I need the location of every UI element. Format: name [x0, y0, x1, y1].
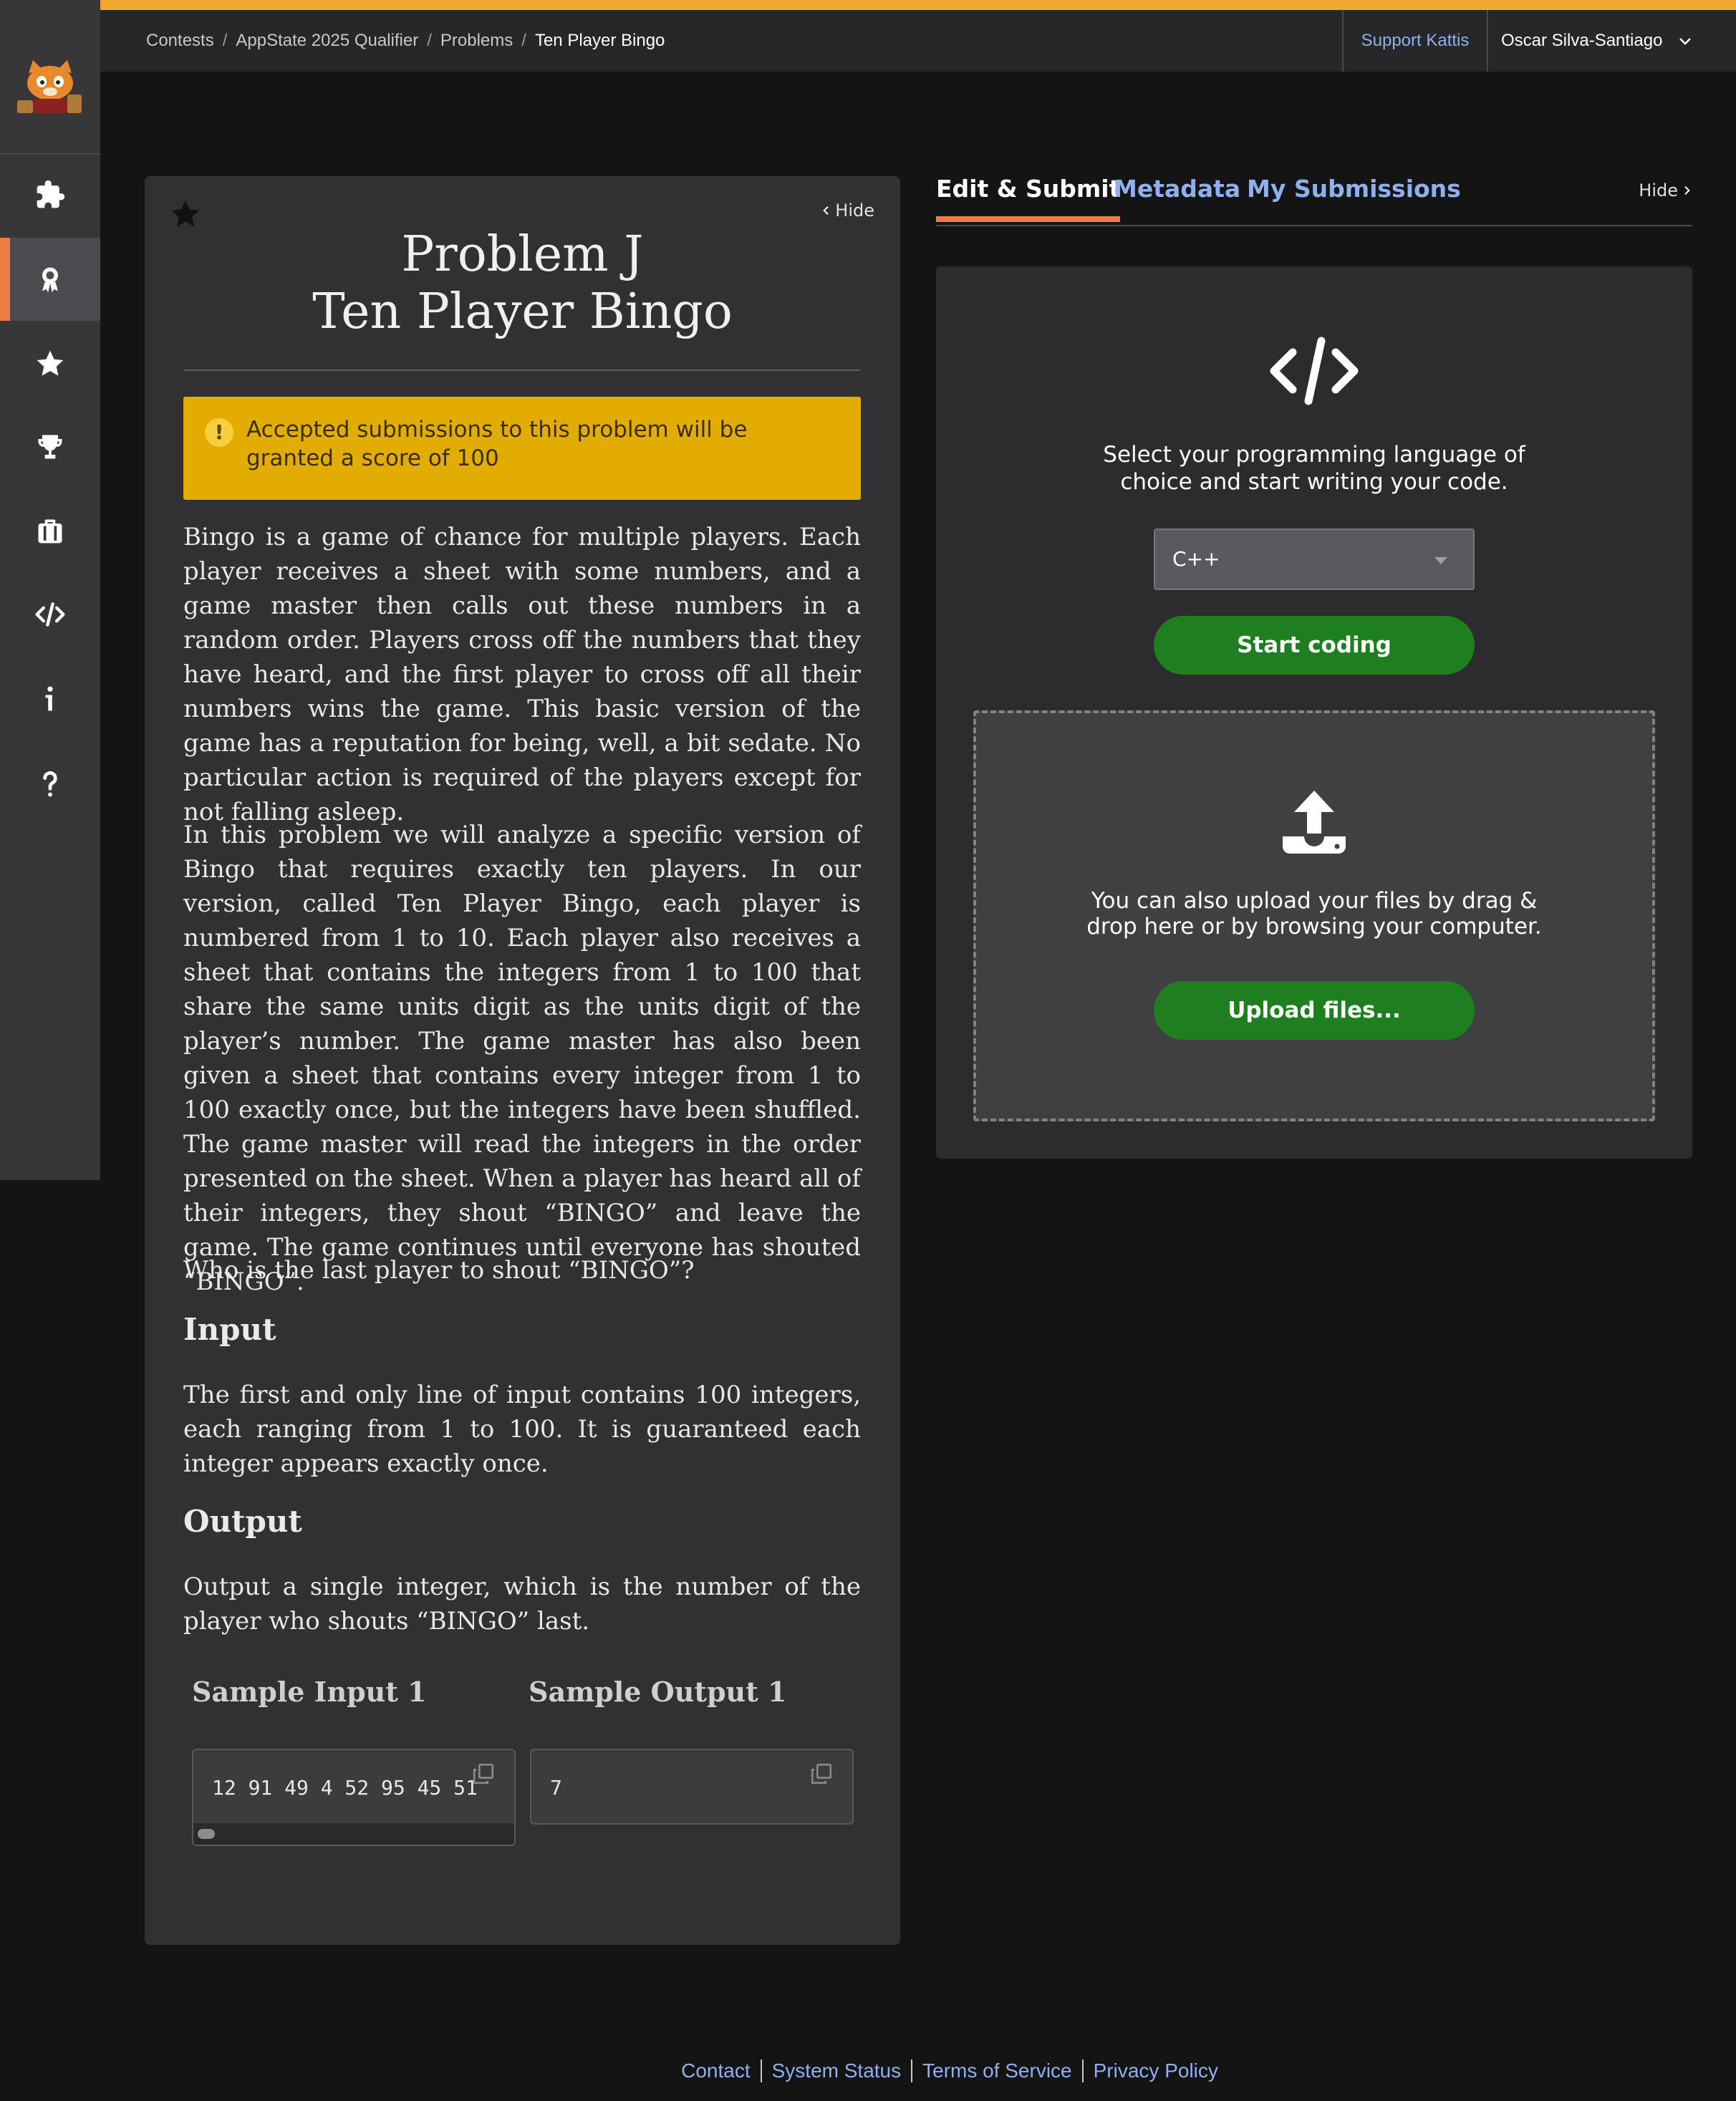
caret-down-icon — [1434, 557, 1447, 564]
horizontal-scrollbar[interactable] — [193, 1823, 514, 1845]
score-notice-text: Accepted submissions to this problem wil… — [246, 417, 748, 471]
submission-tabs: Edit & Submit Metadata My Submissions Hi… — [936, 172, 1692, 226]
tab-metadata[interactable]: Metadata — [1114, 175, 1240, 203]
sidebar-item-problems[interactable] — [0, 153, 100, 236]
star-icon — [37, 350, 64, 376]
user-name: Oscar Silva-Santiago — [1501, 31, 1663, 50]
problem-paragraph-1: Bingo is a game of chance for multiple p… — [183, 523, 861, 826]
chevron-left-icon — [823, 206, 829, 216]
tab-my-submissions[interactable]: My Submissions — [1247, 175, 1461, 203]
upload-files-button[interactable]: Upload files... — [1154, 981, 1475, 1040]
user-menu[interactable]: Oscar Silva-Santiago — [1501, 10, 1694, 72]
sample-input-box[interactable]: 12 91 49 4 52 95 45 51 — [192, 1749, 516, 1846]
problem-title: Problem J Ten Player Bingo — [145, 226, 900, 341]
sidebar-item-favorites[interactable] — [0, 322, 100, 405]
hide-label: Hide — [1639, 180, 1678, 201]
sidebar-item-help[interactable] — [0, 742, 100, 825]
copy-icon[interactable] — [471, 1762, 496, 1786]
chevron-right-icon — [1684, 185, 1690, 195]
breadcrumb: Contests / AppState 2025 Qualifier / Pro… — [146, 10, 665, 72]
breadcrumb-separator: / — [521, 31, 526, 50]
editor-panel: Select your programming language of choi… — [936, 266, 1692, 1159]
sidebar-item-info[interactable] — [0, 657, 100, 740]
problem-paragraph-3: Who is the last player to shout “BINGO”? — [183, 1256, 695, 1285]
kattis-logo[interactable] — [13, 57, 87, 115]
sample-output-value: 7 — [550, 1776, 562, 1800]
footer-link-system-status[interactable]: System Status — [760, 2059, 912, 2082]
breadcrumb-separator: / — [222, 31, 228, 50]
footer-link-privacy[interactable]: Privacy Policy — [1081, 2059, 1228, 2082]
sidebar — [0, 0, 100, 1180]
help-icon — [43, 771, 57, 797]
editor-message: Select your programming language of choi… — [1103, 442, 1525, 495]
start-coding-button[interactable]: Start coding — [1154, 616, 1475, 675]
top-bar: Contests / AppState 2025 Qualifier / Pro… — [100, 10, 1736, 72]
hide-editor-button[interactable]: Hide — [1639, 180, 1692, 201]
problem-letter: Problem J — [401, 226, 644, 283]
tab-edit-submit[interactable]: Edit & Submit — [936, 175, 1121, 222]
sidebar-item-contests[interactable] — [0, 238, 100, 321]
breadcrumb-contests[interactable]: Contests — [146, 31, 214, 51]
sample-input-heading: Sample Input 1 — [192, 1676, 427, 1708]
sample-output-heading: Sample Output 1 — [529, 1676, 787, 1708]
sidebar-item-languages[interactable] — [0, 573, 100, 656]
hide-label: Hide — [835, 201, 874, 221]
input-heading: Input — [183, 1312, 276, 1347]
input-description: The first and only line of input contain… — [183, 1381, 861, 1478]
code-icon — [35, 602, 65, 627]
sample-output-box[interactable]: 7 — [530, 1749, 854, 1825]
output-heading: Output — [183, 1504, 302, 1539]
problem-name: Ten Player Bingo — [312, 284, 733, 340]
language-select[interactable]: C++ — [1154, 528, 1475, 590]
sidebar-item-rankings[interactable] — [0, 405, 100, 488]
code-icon — [1270, 337, 1359, 405]
score-notice: ! Accepted submissions to this problem w… — [183, 397, 861, 500]
footer: Contact System Status Terms of Service P… — [0, 2059, 1736, 2082]
warning-icon: ! — [205, 418, 233, 447]
chevron-down-icon — [1679, 38, 1692, 45]
upload-message: You can also upload your files by drag &… — [1086, 888, 1542, 940]
file-drop-zone[interactable]: You can also upload your files by drag &… — [973, 710, 1655, 1121]
breadcrumb-current: Ten Player Bingo — [534, 31, 665, 50]
footer-link-terms[interactable]: Terms of Service — [911, 2059, 1082, 2082]
footer-link-contact[interactable]: Contact — [671, 2059, 761, 2082]
output-description: Output a single integer, which is the nu… — [183, 1573, 861, 1636]
copy-icon[interactable] — [809, 1762, 834, 1786]
language-selected: C++ — [1172, 547, 1220, 571]
support-kattis-link[interactable]: Support Kattis — [1342, 10, 1488, 72]
briefcase-icon — [38, 519, 62, 544]
trophy-icon — [38, 435, 62, 459]
problem-paragraph-2: In this problem we will analyze a specif… — [183, 821, 861, 1296]
breadcrumb-contest[interactable]: AppState 2025 Qualifier — [236, 31, 418, 51]
puzzle-icon — [37, 180, 65, 208]
hide-problem-button[interactable]: Hide — [821, 201, 874, 221]
scrollbar-thumb[interactable] — [198, 1829, 215, 1839]
info-icon — [45, 686, 53, 711]
sidebar-item-jobs[interactable] — [0, 490, 100, 573]
top-accent-stripe — [100, 0, 1736, 10]
upload-icon — [1283, 791, 1346, 854]
breadcrumb-separator: / — [427, 31, 432, 50]
problem-panel: Hide Problem J Ten Player Bingo ! Accept… — [145, 176, 900, 1945]
title-divider — [183, 370, 861, 371]
breadcrumb-problems[interactable]: Problems — [440, 31, 513, 51]
award-icon — [42, 267, 58, 293]
sample-input-value: 12 91 49 4 52 95 45 51 — [212, 1776, 478, 1800]
